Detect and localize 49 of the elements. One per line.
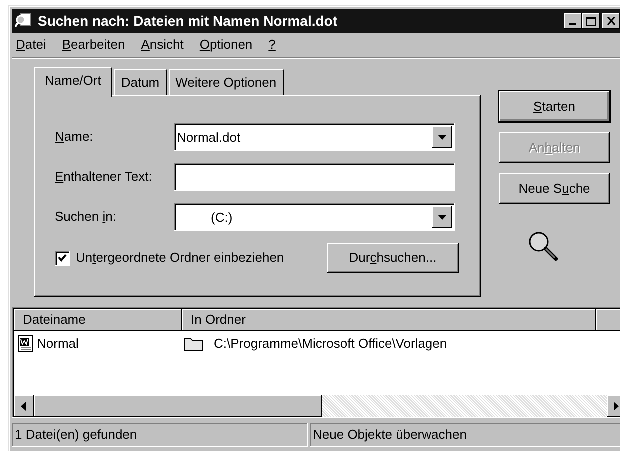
- field-label: Enthaltener Text:: [55, 168, 154, 186]
- field-input[interactable]: Normal.dot: [175, 124, 432, 150]
- close-button[interactable]: [602, 13, 620, 29]
- scrollbar-thumb[interactable]: [34, 395, 322, 417]
- field-label: Name:: [55, 128, 94, 146]
- menu-item[interactable]: Datei: [14, 35, 48, 55]
- field-input[interactable]: (C:): [175, 204, 432, 230]
- menu-item[interactable]: Optionen: [198, 35, 255, 55]
- column-header[interactable]: [596, 309, 620, 331]
- status-text: Neue Objekte überwachen: [310, 423, 620, 447]
- tab[interactable]: Name/Ort: [34, 67, 112, 97]
- caret-icon: [438, 214, 446, 220]
- menu-item[interactable]: Ansicht: [139, 35, 186, 55]
- scroll-left-button[interactable]: [14, 395, 34, 417]
- status-text: 1 Datei(en) gefunden: [12, 423, 308, 447]
- folder-path: C:\Programme\Microsoft Office\Vorlagen: [214, 335, 448, 354]
- tab[interactable]: Weitere Optionen: [168, 69, 284, 95]
- close-icon: [606, 17, 616, 25]
- right-arrow-icon: [614, 402, 620, 410]
- browse-button[interactable]: Durchsuchen...: [327, 243, 459, 273]
- action-button[interactable]: Neue Suche: [499, 173, 610, 204]
- menu-item[interactable]: Bearbeiten: [60, 35, 128, 55]
- left-arrow-icon: [21, 402, 27, 410]
- document-icon: [17, 335, 35, 353]
- window-title: Suchen nach: Dateien mit Namen Normal.dot: [38, 12, 338, 30]
- minimize-button[interactable]: [564, 13, 582, 29]
- folder-icon: [184, 336, 204, 352]
- horizontal-scrollbar[interactable]: [14, 395, 620, 417]
- magnifier-icon: [527, 230, 559, 262]
- caret-icon: [438, 134, 446, 140]
- dropdown-button[interactable]: [432, 206, 452, 228]
- text-field[interactable]: [174, 163, 455, 191]
- menu-item[interactable]: ?: [266, 35, 278, 55]
- column-header[interactable]: Dateiname: [14, 309, 182, 331]
- action-button[interactable]: Starten: [499, 91, 610, 122]
- checkbox[interactable]: [55, 250, 70, 266]
- checkbox-label[interactable]: Untergeordnete Ordner einbeziehen: [76, 248, 284, 268]
- dropdown-button[interactable]: [432, 126, 452, 148]
- maximize-button[interactable]: [582, 13, 600, 29]
- search-icon: [15, 13, 32, 29]
- tab[interactable]: Datum: [114, 69, 167, 95]
- field-label: Suchen in:: [55, 208, 118, 226]
- minimize-icon: [569, 23, 577, 25]
- file-name[interactable]: Normal: [37, 334, 79, 354]
- checkmark-icon: [58, 254, 67, 262]
- combo-box[interactable]: Normal.dot: [174, 123, 455, 151]
- maximize-icon: [586, 16, 596, 26]
- column-header[interactable]: In Ordner: [182, 309, 596, 331]
- combo-box[interactable]: (C:): [174, 203, 455, 231]
